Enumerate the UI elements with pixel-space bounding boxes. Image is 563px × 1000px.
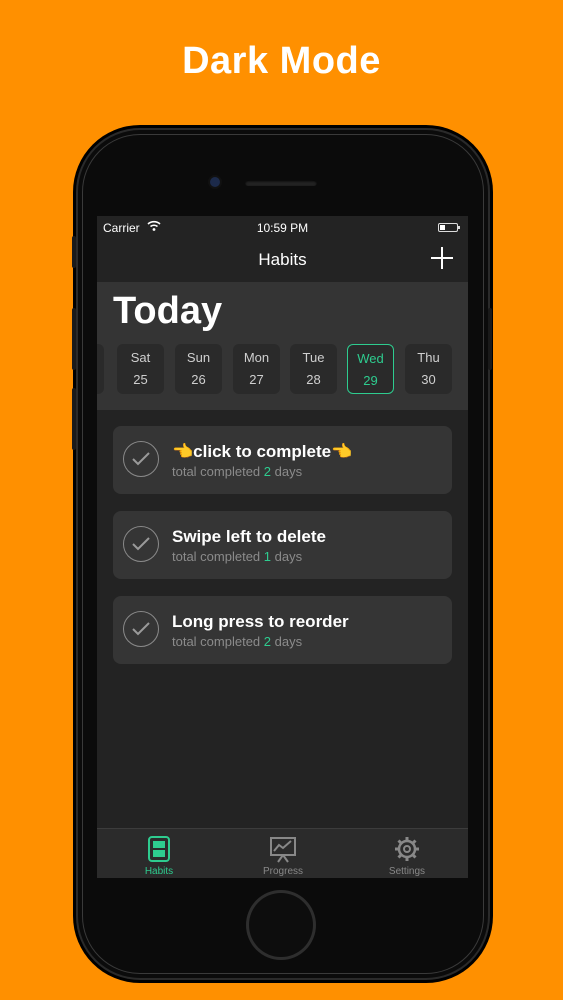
status-bar: Carrier 10:59 PM (97, 216, 468, 238)
battery-icon (438, 223, 460, 232)
habit-sub-suffix: days (271, 464, 303, 479)
habit-sub-prefix: total completed (172, 634, 264, 649)
day-name: Wed (357, 351, 384, 366)
home-button[interactable] (249, 893, 313, 957)
check-circle-icon[interactable] (123, 441, 159, 477)
add-habit-button[interactable] (430, 246, 454, 270)
mute-switch (72, 236, 76, 268)
volume-down-button (72, 388, 76, 450)
habit-sub-suffix: days (271, 549, 303, 564)
today-panel: Today Sat 25 Sun 26 Mon 27 Tue 28 Wed 29 (97, 282, 468, 410)
habit-row[interactable]: 👈click to complete👈 total completed 2 da… (113, 426, 452, 494)
tab-settings[interactable]: Settings (345, 829, 468, 878)
day-sun[interactable]: Sun 26 (175, 344, 222, 394)
day-number: 27 (249, 372, 264, 387)
day-number: 28 (306, 372, 321, 387)
day-name: Thu (417, 350, 440, 365)
habit-subtitle: total completed 2 days (172, 464, 302, 479)
nav-bar: Habits (97, 238, 468, 282)
progress-icon (270, 837, 296, 863)
today-title: Today (113, 290, 223, 332)
day-number: 29 (363, 373, 378, 388)
habit-sub-prefix: total completed (172, 464, 264, 479)
habit-row[interactable]: Swipe left to delete total completed 1 d… (113, 511, 452, 579)
volume-up-button (72, 308, 76, 370)
habit-count: 1 (263, 549, 272, 564)
habit-subtitle: total completed 1 days (172, 549, 302, 564)
habit-sub-prefix: total completed (172, 549, 264, 564)
day-partial[interactable] (97, 344, 104, 394)
app-screen: Carrier 10:59 PM Habits Today Sat 25 Sun… (97, 216, 468, 878)
day-name: Sat (130, 350, 151, 365)
day-number: 30 (421, 372, 436, 387)
habit-title: 👈click to complete👈 (172, 442, 353, 461)
check-circle-icon[interactable] (123, 526, 159, 562)
day-name: Sun (186, 350, 211, 365)
front-camera (210, 177, 220, 187)
gear-icon (395, 837, 419, 861)
earpiece-speaker (245, 180, 317, 186)
tab-label: Habits (144, 866, 174, 877)
day-thu[interactable]: Thu 30 (405, 344, 452, 394)
day-wed-selected[interactable]: Wed 29 (347, 344, 394, 394)
day-number: 26 (191, 372, 206, 387)
day-mon[interactable]: Mon 27 (233, 344, 280, 394)
tab-label: Settings (388, 866, 426, 877)
tab-label: Progress (262, 866, 303, 877)
habit-title: Swipe left to delete (172, 527, 326, 546)
status-time: 10:59 PM (256, 221, 309, 235)
power-button (488, 308, 492, 370)
day-sat[interactable]: Sat 25 (117, 344, 164, 394)
headline: Dark Mode (182, 40, 381, 82)
tab-progress[interactable]: Progress (221, 829, 345, 878)
habit-row[interactable]: Long press to reorder total completed 2 … (113, 596, 452, 664)
tab-bar: Habits Progress Settings (97, 828, 468, 878)
day-number: 25 (133, 372, 148, 387)
nav-title: Habits (258, 250, 307, 269)
habit-count: 2 (263, 464, 272, 479)
day-strip: Sat 25 Sun 26 Mon 27 Tue 28 Wed 29 Thu 3… (97, 344, 468, 394)
habits-icon (148, 836, 170, 862)
habit-title: Long press to reorder (172, 612, 349, 631)
day-tue[interactable]: Tue 28 (290, 344, 337, 394)
habit-count: 2 (263, 634, 272, 649)
habit-sub-suffix: days (271, 634, 303, 649)
day-name: Mon (243, 350, 270, 365)
tab-habits[interactable]: Habits (97, 829, 221, 878)
habit-subtitle: total completed 2 days (172, 634, 302, 649)
check-circle-icon[interactable] (123, 611, 159, 647)
day-name: Tue (302, 350, 325, 365)
